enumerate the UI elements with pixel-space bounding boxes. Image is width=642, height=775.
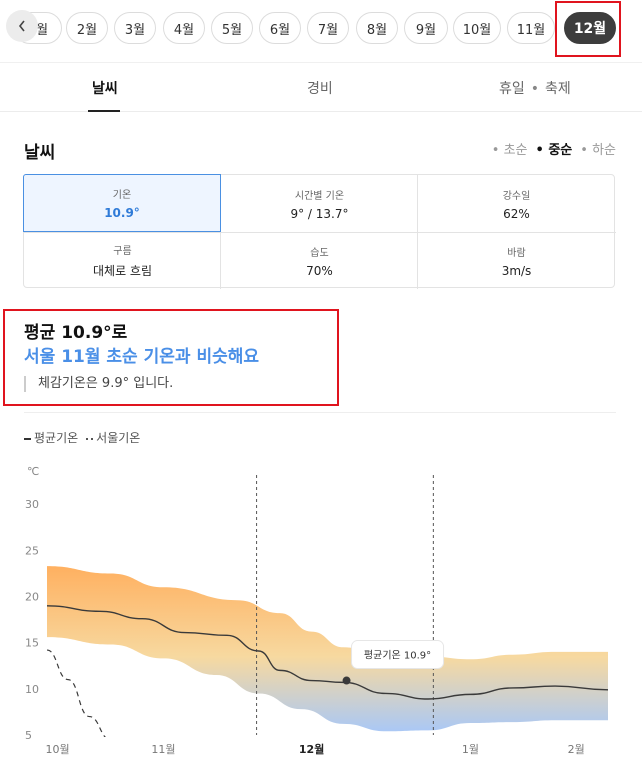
section-title: 날씨 xyxy=(24,143,56,163)
stat-value: 9° / 13.7° xyxy=(290,206,349,221)
x-tick-label: 12월 xyxy=(299,742,324,756)
highlight-tooltip: 평균기온 10.9° xyxy=(351,640,445,670)
x-tick-label: 11월 xyxy=(151,743,175,756)
stat-cell[interactable]: 구름대체로 흐림 xyxy=(24,232,221,289)
legend-avg: 평균기온 xyxy=(24,429,78,446)
month-chip[interactable]: 8월 xyxy=(356,12,398,44)
tab-cost[interactable]: 경비 xyxy=(307,78,333,98)
month-chip[interactable]: 3월 xyxy=(114,12,156,44)
y-tick-label: 25 xyxy=(25,544,39,557)
y-tick-label: 20 xyxy=(25,591,39,604)
x-tick-label: 1월 xyxy=(462,743,479,756)
tab-bar: 날씨 경비 휴일 • 축제 xyxy=(0,62,642,112)
tab-underline xyxy=(88,110,120,112)
month-chip[interactable]: 11월 xyxy=(507,12,555,44)
period-selector: • 초순 • 중순 • 하순 xyxy=(492,139,616,158)
stat-value: 3m/s xyxy=(501,263,532,278)
feels-like-note: 체감기온은 9.9° 입니다. xyxy=(24,376,173,392)
highlight-point xyxy=(342,676,351,685)
temperature-chart: ℃ 30 25 20 15 10 5 평균기온 10.9° 10월 11월 12월 1월 2월 xyxy=(25,465,609,756)
chart-legend: 평균기온 서울기온 xyxy=(24,429,140,446)
y-axis-unit: ℃ xyxy=(27,465,39,478)
stat-value: 70% xyxy=(306,263,333,278)
month-chip[interactable]: 2월 xyxy=(66,12,108,44)
month-chip[interactable]: 6월 xyxy=(259,12,301,44)
month-highlight-box xyxy=(555,1,621,57)
stat-label: 강수일 xyxy=(502,190,531,202)
tab-weather[interactable]: 날씨 xyxy=(92,78,118,98)
period-option[interactable]: • 하순 xyxy=(580,139,616,158)
y-tick-label: 5 xyxy=(25,729,32,742)
weather-stats-grid: 기온 10.9° 시간별 기온 9° / 13.7° 강수일 62% 구름대체로 흐림 습도 7… xyxy=(23,174,616,289)
stat-cell[interactable]: 강수일 62% xyxy=(418,175,615,232)
y-tick-label: 30 xyxy=(25,498,39,511)
tooltip-text: 평균기온 10.9° xyxy=(364,650,431,662)
tab-festival-label: 축제 xyxy=(545,81,571,97)
y-tick-label: 15 xyxy=(25,637,39,650)
tab-holiday-festival[interactable]: 휴일 • 축제 xyxy=(499,78,571,98)
period-option[interactable]: • 중순 xyxy=(536,139,573,158)
stat-value: 10.9° xyxy=(104,206,140,220)
temperature-range-band xyxy=(47,566,608,732)
stat-value: 62% xyxy=(503,206,530,221)
stat-cell[interactable]: 시간별 기온 9° / 13.7° xyxy=(221,175,418,232)
stat-cell[interactable]: 바람 3m/s xyxy=(418,232,615,289)
stat-label: 시간별 기온 xyxy=(294,190,345,202)
period-option[interactable]: • 초순 xyxy=(492,139,528,158)
month-strip: 1월 2월 3월 4월 5월 6월 7월 8월 9월 10월 11월 12월 xyxy=(0,0,642,58)
seoul-temp-line xyxy=(46,649,107,737)
stat-label: 기온 xyxy=(112,190,132,201)
stat-value: 대체로 흐림 xyxy=(92,264,152,278)
month-chip[interactable]: 9월 xyxy=(404,12,448,44)
month-chip[interactable]: 5월 xyxy=(211,12,253,44)
x-tick-label: 10월 xyxy=(46,743,70,756)
stat-cell[interactable]: 기온 10.9° xyxy=(23,174,221,232)
stat-label: 구름 xyxy=(113,246,132,257)
y-tick-label: 10 xyxy=(25,683,39,696)
x-tick-label: 2월 xyxy=(568,743,585,756)
tab-holiday-label: 휴일 xyxy=(499,81,525,97)
legend-seoul: 서울기온 xyxy=(86,429,140,446)
stat-cell[interactable]: 습도 70% xyxy=(221,232,418,289)
stat-label: 습도 xyxy=(310,247,329,259)
section-divider xyxy=(24,412,616,413)
month-chip[interactable]: 10월 xyxy=(453,12,501,44)
month-chip[interactable]: 4월 xyxy=(163,12,205,44)
stat-label: 바람 xyxy=(507,247,526,259)
separator-dot: • xyxy=(530,81,540,97)
scroll-left-button[interactable] xyxy=(6,10,38,42)
summary-comparison: 서울 11월 초순 기온과 비슷해요 xyxy=(24,347,260,367)
month-chip[interactable]: 7월 xyxy=(307,12,349,44)
summary-headline: 평균 10.9°로 xyxy=(24,323,128,343)
chevron-left-icon xyxy=(18,20,25,32)
